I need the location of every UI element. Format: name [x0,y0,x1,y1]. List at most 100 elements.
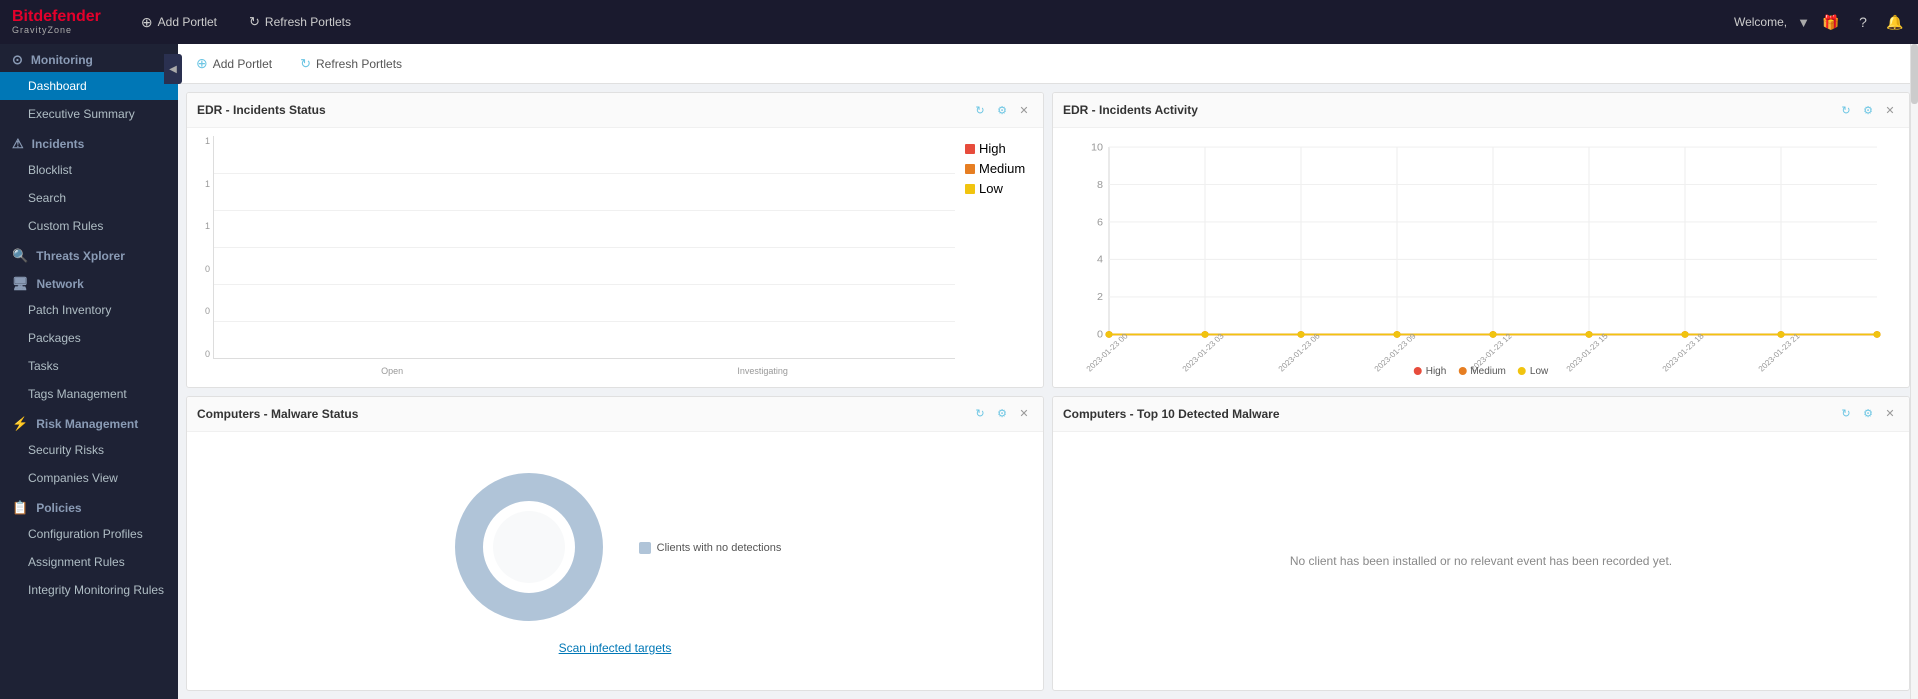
content-toolbar: ⊕ Add Portlet ↻ Refresh Portlets [178,44,1918,84]
scrollbar-track [1910,44,1918,699]
help-icon[interactable]: ? [1852,11,1874,33]
legend-medium-label: Medium [979,161,1025,176]
sidebar-item-tasks[interactable]: Tasks [0,352,178,380]
portlet-title-computers-top10-malware: Computers - Top 10 Detected Malware [1063,407,1837,421]
sidebar-item-search[interactable]: Search [0,184,178,212]
close-portlet-computers-top10-malware[interactable]: ✕ [1881,405,1899,423]
incidents-icon: ⚠ [12,136,24,152]
sidebar-item-dashboard[interactable]: Dashboard [0,72,178,100]
brand-sub: GravityZone [12,26,101,36]
sidebar-section-policies-label: Policies [36,501,81,515]
legend-low: Low [965,181,1035,196]
activity-legend-low: Low [1518,366,1548,377]
brand-name: Bitdefender [12,8,101,26]
add-icon: ⊕ [141,14,153,31]
chart-legend: High Medium Low [955,136,1035,379]
dot-medium [1458,367,1466,375]
sidebar-section-policies[interactable]: 📋 Policies [0,492,178,520]
malware-legend: Clients with no detections [639,542,782,554]
activity-legend-high: High [1414,366,1447,377]
no-data-text: No client has been installed or no relev… [1290,554,1672,568]
sidebar-item-blocklist[interactable]: Blocklist [0,156,178,184]
logo: Bitdefender GravityZone [12,8,101,35]
sidebar-section-monitoring-label: Monitoring [31,53,93,67]
svg-text:10: 10 [1091,143,1103,154]
donut-chart [449,467,609,630]
activity-legend: High Medium Low [1414,366,1549,377]
activity-legend-low-label: Low [1530,366,1548,377]
main-content: ⊕ Add Portlet ↻ Refresh Portlets EDR - I… [178,44,1918,699]
legend-low-label: Low [979,181,1003,196]
edr-status-chart: 1 1 1 0 0 0 [195,136,1035,379]
svg-text:2023-01-23 09: 2023-01-23 09 [1373,331,1419,373]
scrollbar-thumb[interactable] [1911,44,1918,104]
close-portlet-edr-incidents-status[interactable]: ✕ [1015,101,1033,119]
malware-status-body: Clients with no detections Scan infected… [195,440,1035,683]
legend-medium: Medium [965,161,1035,176]
sidebar-item-integrity-monitoring-rules[interactable]: Integrity Monitoring Rules [0,576,178,604]
sidebar-item-tags-management[interactable]: Tags Management [0,380,178,408]
sidebar-section-network-label: Network [37,277,84,291]
settings-portlet-edr-incidents-status[interactable]: ⚙ [993,101,1011,119]
refresh-label: Refresh Portlets [265,15,351,29]
settings-portlet-edr-incidents-activity[interactable]: ⚙ [1859,101,1877,119]
sidebar-section-network[interactable]: 🖥 Network [0,268,178,296]
hgrid-1 [214,173,955,174]
svg-text:4: 4 [1097,255,1103,266]
user-dropdown-icon[interactable]: ▼ [1797,15,1810,30]
close-portlet-edr-incidents-activity[interactable]: ✕ [1881,101,1899,119]
settings-portlet-computers-top10-malware[interactable]: ⚙ [1859,405,1877,423]
refresh-portlet-computers-malware-status[interactable]: ↻ [971,405,989,423]
sidebar-section-threats-xplorer[interactable]: 🔍 Threats Xplorer [0,240,178,268]
sidebar-collapse-button[interactable]: ◀ [164,54,182,84]
sidebar-item-custom-rules[interactable]: Custom Rules [0,212,178,240]
sidebar-section-incidents-label: Incidents [32,137,85,151]
sidebar-section-incidents[interactable]: ⚠ Incidents [0,128,178,156]
sidebar-item-companies-view[interactable]: Companies View [0,464,178,492]
scan-link-container: Scan infected targets [559,640,672,655]
sidebar-item-assignment-rules[interactable]: Assignment Rules [0,548,178,576]
svg-text:0: 0 [1097,330,1103,341]
dot-high [1414,367,1422,375]
refresh-portlet-computers-top10-malware[interactable]: ↻ [1837,405,1855,423]
settings-portlet-computers-malware-status[interactable]: ⚙ [993,405,1011,423]
topbar: Bitdefender GravityZone ⊕ Add Portlet ↻ … [0,0,1918,44]
refresh-portlets-button[interactable]: ↻ Refresh Portlets [241,10,359,34]
svg-text:2023-01-23 03: 2023-01-23 03 [1181,331,1227,373]
topbar-right: Welcome, ▼ 🎁 ? 🔔 [1734,11,1906,33]
sidebar-section-risk-management[interactable]: ⚡ Risk Management [0,408,178,436]
bell-icon[interactable]: 🔔 [1884,11,1906,33]
edr-activity-chart: 10 8 6 4 2 0 [1061,136,1901,379]
refresh-portlets-content-button[interactable]: ↻ Refresh Portlets [294,52,408,76]
legend-dot-low [965,184,975,194]
close-portlet-computers-malware-status[interactable]: ✕ [1015,405,1033,423]
portlets-grid: EDR - Incidents Status ↻ ⚙ ✕ 1 1 1 [178,84,1918,699]
add-portlet-button[interactable]: ⊕ Add Portlet [133,10,225,35]
refresh-portlets-content-icon: ↻ [300,56,311,72]
sidebar-section-monitoring[interactable]: ⊙ Monitoring [0,44,178,72]
svg-text:2023-01-23 06: 2023-01-23 06 [1277,331,1323,373]
sidebar-item-configuration-profiles[interactable]: Configuration Profiles [0,520,178,548]
risk-icon: ⚡ [12,416,28,432]
yaxis-labels: 1 1 1 0 0 0 [195,136,213,379]
monitoring-icon: ⊙ [12,52,23,68]
refresh-portlet-edr-incidents-status[interactable]: ↻ [971,101,989,119]
refresh-portlet-edr-incidents-activity[interactable]: ↻ [1837,101,1855,119]
chart-area: Open Investigating [213,136,955,359]
add-portlet-content-button[interactable]: ⊕ Add Portlet [190,51,278,76]
sidebar-item-packages[interactable]: Packages [0,324,178,352]
portlet-edr-incidents-activity: EDR - Incidents Activity ↻ ⚙ ✕ [1052,92,1910,388]
portlet-body-computers-top10-malware: No client has been installed or no relev… [1053,432,1909,691]
portlet-actions-edr-incidents-activity: ↻ ⚙ ✕ [1837,101,1899,119]
welcome-text: Welcome, [1734,15,1787,29]
malware-chart-container: Clients with no detections [449,467,782,630]
threats-icon: 🔍 [12,248,28,264]
sidebar-item-security-risks[interactable]: Security Risks [0,436,178,464]
sidebar-item-executive-summary[interactable]: Executive Summary [0,100,178,128]
sidebar-section-threats-xplorer-label: Threats Xplorer [36,249,125,263]
no-detections-label: Clients with no detections [657,542,782,554]
sidebar-item-patch-inventory[interactable]: Patch Inventory [0,296,178,324]
hgrid-4 [214,284,955,285]
scan-infected-targets-link[interactable]: Scan infected targets [559,641,672,655]
gift-icon[interactable]: 🎁 [1820,11,1842,33]
